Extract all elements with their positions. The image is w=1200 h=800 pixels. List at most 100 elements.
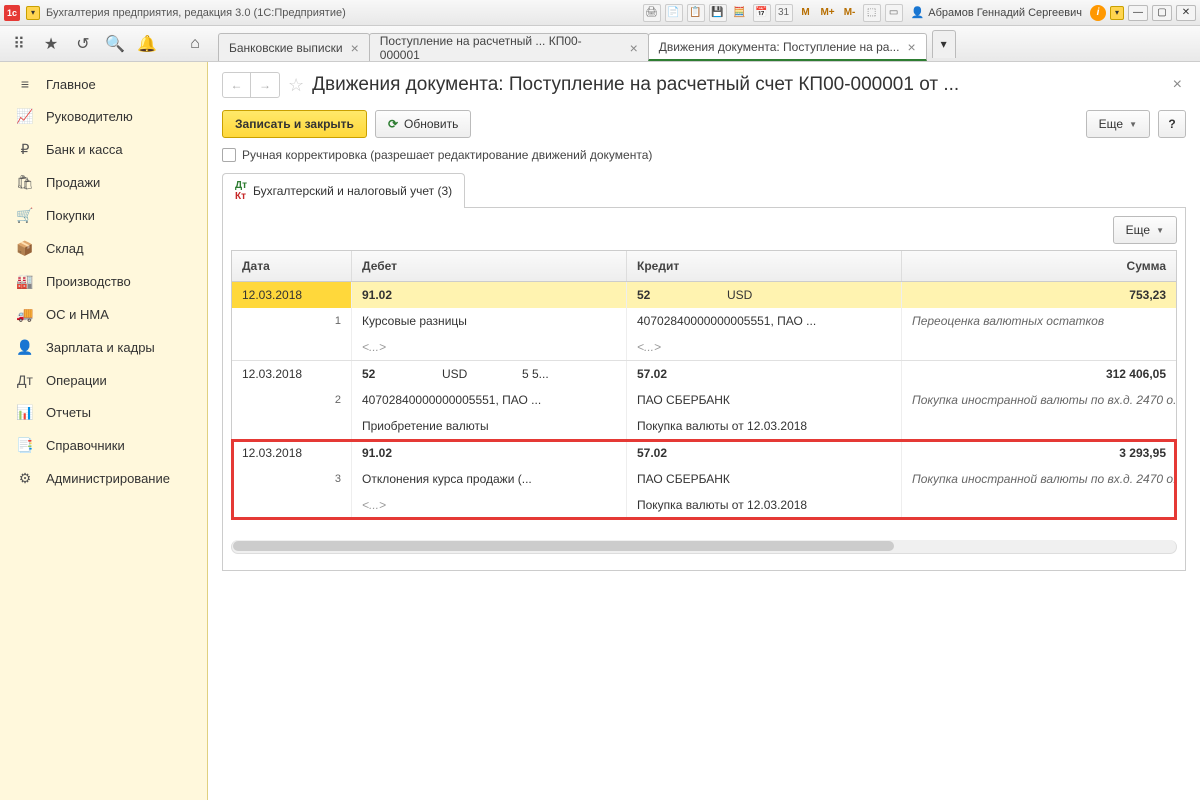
truck-icon: 🚚 [16, 306, 34, 323]
calendar-icon[interactable]: 📅 [753, 4, 771, 22]
menu-icon: ≡ [16, 76, 34, 92]
col-credit[interactable]: Кредит [627, 251, 902, 281]
caret-down-icon: ▼ [1129, 120, 1137, 129]
window-list-icon[interactable]: ⬚ [863, 4, 881, 22]
nav-arrows: ← → [222, 72, 280, 98]
person-icon: 👤 [16, 339, 34, 356]
horizontal-scrollbar[interactable] [231, 540, 1177, 554]
minimize-button[interactable]: — [1128, 5, 1148, 21]
close-document-button[interactable]: × [1169, 76, 1186, 94]
tab-bank-statements[interactable]: Банковские выписки × [218, 33, 370, 61]
manual-correction-checkbox[interactable] [222, 148, 236, 162]
nav-back-button[interactable]: ← [223, 73, 251, 97]
sidebar-item-bank[interactable]: ₽Банк и касса [0, 133, 207, 166]
sidebar-item-catalogs[interactable]: 📑Справочники [0, 429, 207, 462]
user-badge[interactable]: 👤 Абрамов Геннадий Сергеевич [907, 6, 1086, 19]
table-more-button[interactable]: Еще▼ [1113, 216, 1177, 244]
col-date[interactable]: Дата [232, 251, 352, 281]
dtkt-small-icon: ДтКт [235, 180, 247, 202]
info-dropdown[interactable]: ▾ [1110, 6, 1124, 20]
scrollbar-thumb[interactable] [233, 541, 894, 551]
titlebar-dropdown[interactable]: ▾ [26, 6, 40, 20]
app-logo-icon: 1c [4, 5, 20, 21]
sidebar-item-operations[interactable]: ДтОперации [0, 364, 207, 396]
info-icon[interactable]: i [1090, 5, 1106, 21]
apps-grid-icon[interactable]: ⠿ [6, 31, 32, 57]
col-sum[interactable]: Сумма [902, 251, 1176, 281]
document-tabs: Банковские выписки × Поступление на расч… [218, 26, 926, 61]
sidebar-item-main[interactable]: ≡Главное [0, 68, 207, 100]
tab-accounting[interactable]: ДтКт Бухгалтерский и налоговый учет (3) [222, 173, 465, 208]
toolbar: Записать и закрыть ⟳Обновить Еще▼ ? [222, 110, 1186, 138]
more-button[interactable]: Еще▼ [1086, 110, 1150, 138]
sidebar-item-production[interactable]: 🏭Производство [0, 265, 207, 298]
dtkt-icon: Дт [16, 372, 34, 388]
col-debit[interactable]: Дебет [352, 251, 627, 281]
caret-down-icon: ▼ [1156, 226, 1164, 235]
close-window-button[interactable]: ✕ [1176, 5, 1196, 21]
chart-icon: 📈 [16, 108, 34, 125]
nav-forward-button[interactable]: → [251, 73, 279, 97]
clipboard-icon[interactable]: 📋 [687, 4, 705, 22]
sidebar-item-purchases[interactable]: 🛒Покупки [0, 199, 207, 232]
grid-row[interactable]: 12.03.2018 52 USD 5 5... 57.02 312 406,0… [232, 361, 1176, 440]
navbar: ⠿ ★ ↺ 🔍 🔔 ⌂ Банковские выписки × Поступл… [0, 26, 1200, 62]
user-name: Абрамов Геннадий Сергеевич [928, 7, 1082, 19]
grid-row-highlighted[interactable]: 12.03.2018 91.02 57.02 3 293,95 3 Отклон… [232, 440, 1176, 519]
calculator-icon[interactable]: 🧮 [731, 4, 749, 22]
favorite-outline-icon[interactable]: ☆ [288, 75, 304, 96]
close-icon[interactable]: × [630, 40, 638, 56]
manual-correction-row: Ручная корректировка (разрешает редактир… [222, 148, 1186, 162]
bag-icon: 🛍 [16, 174, 34, 191]
gear-icon: ⚙ [16, 470, 34, 487]
table-container: Еще▼ Дата Дебет Кредит Сумма 12.03.2018 … [222, 208, 1186, 571]
bars-icon: 📊 [16, 404, 34, 421]
sidebar-item-admin[interactable]: ⚙Администрирование [0, 462, 207, 495]
home-icon[interactable]: ⌂ [182, 31, 208, 57]
tabs-overflow[interactable]: ▾ [932, 30, 956, 58]
date-icon[interactable]: 31 [775, 4, 793, 22]
history-icon[interactable]: ↺ [70, 31, 96, 57]
close-icon[interactable]: × [351, 40, 359, 56]
grid-header: Дата Дебет Кредит Сумма [232, 251, 1176, 282]
close-icon[interactable]: × [907, 39, 915, 55]
memory-mplus-icon[interactable]: M+ [819, 4, 837, 22]
sidebar-item-assets[interactable]: 🚚ОС и НМА [0, 298, 207, 331]
postings-grid: Дата Дебет Кредит Сумма 12.03.2018 91.02… [231, 250, 1177, 520]
sidebar-item-payroll[interactable]: 👤Зарплата и кадры [0, 331, 207, 364]
memory-m-icon[interactable]: M [797, 4, 815, 22]
window-titlebar: 1c ▾ Бухгалтерия предприятия, редакция 3… [0, 0, 1200, 26]
register-tabs: ДтКт Бухгалтерский и налоговый учет (3) [222, 172, 1186, 208]
sidebar-item-warehouse[interactable]: 📦Склад [0, 232, 207, 265]
refresh-button[interactable]: ⟳Обновить [375, 110, 471, 138]
tab-movements[interactable]: Движения документа: Поступление на ра...… [648, 33, 927, 61]
save-close-button[interactable]: Записать и закрыть [222, 110, 367, 138]
sidebar-item-reports[interactable]: 📊Отчеты [0, 396, 207, 429]
pages-icon: 📑 [16, 437, 34, 454]
favorite-star-icon[interactable]: ★ [38, 31, 64, 57]
factory-icon: 🏭 [16, 273, 34, 290]
app-title: Бухгалтерия предприятия, редакция 3.0 (1… [46, 7, 346, 19]
print-icon[interactable]: 🖨 [643, 4, 661, 22]
ruble-icon: ₽ [16, 141, 34, 158]
preview-icon[interactable]: 📄 [665, 4, 683, 22]
save-icon[interactable]: 💾 [709, 4, 727, 22]
maximize-button[interactable]: ▢ [1152, 5, 1172, 21]
grid-row[interactable]: 12.03.2018 91.02 52USD 753,23 1 Курсовые… [232, 282, 1176, 361]
search-icon[interactable]: 🔍 [102, 31, 128, 57]
panel-icon[interactable]: ▭ [885, 4, 903, 22]
box-icon: 📦 [16, 240, 34, 257]
tab-receipt[interactable]: Поступление на расчетный ... КП00-000001… [369, 33, 649, 61]
user-icon: 👤 [911, 6, 925, 19]
sidebar: ≡Главное 📈Руководителю ₽Банк и касса 🛍Пр… [0, 62, 208, 800]
help-button[interactable]: ? [1158, 110, 1186, 138]
sidebar-item-sales[interactable]: 🛍Продажи [0, 166, 207, 199]
refresh-icon: ⟳ [388, 117, 398, 131]
document-title: Движения документа: Поступление на расче… [312, 74, 1161, 96]
content-area: ← → ☆ Движения документа: Поступление на… [208, 62, 1200, 800]
sidebar-item-manager[interactable]: 📈Руководителю [0, 100, 207, 133]
manual-correction-label: Ручная корректировка (разрешает редактир… [242, 148, 652, 162]
memory-mminus-icon[interactable]: M- [841, 4, 859, 22]
notifications-icon[interactable]: 🔔 [134, 31, 160, 57]
cart-icon: 🛒 [16, 207, 34, 224]
